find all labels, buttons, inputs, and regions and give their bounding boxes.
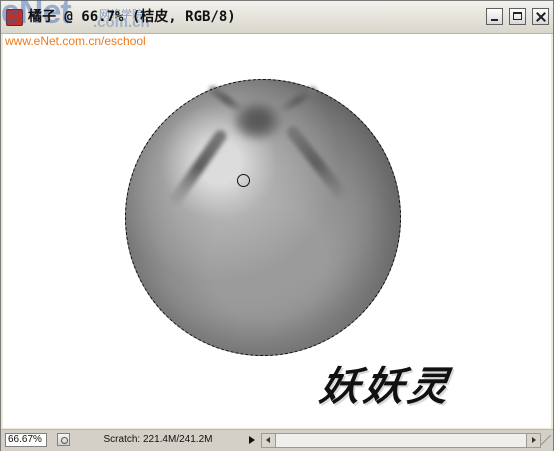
- zoom-level-field[interactable]: 66.67%: [5, 433, 47, 447]
- document-canvas[interactable]: 妖妖灵: [3, 34, 551, 428]
- close-button[interactable]: [532, 8, 549, 25]
- status-menu-arrow-icon[interactable]: [249, 436, 255, 444]
- navigator-icon[interactable]: [57, 433, 70, 446]
- scratch-info: Scratch: 221.4M/241.2M: [103, 434, 213, 445]
- resize-grip-icon[interactable]: [541, 435, 551, 445]
- status-bar: 66.67% Scratch: 221.4M/241.2M: [1, 429, 553, 451]
- title-bar[interactable]: eNet 网络学院 .com.cn 橘子 @ 66.7% (桔皮, RGB/8): [1, 0, 553, 34]
- selection-marquee[interactable]: [125, 79, 401, 356]
- signature-text: 妖妖灵: [316, 363, 456, 410]
- enet-url-watermark: www.eNet.com.cn/eschool: [5, 34, 146, 48]
- brush-circle-cursor: [237, 174, 250, 187]
- maximize-button[interactable]: [509, 8, 526, 25]
- minimize-button[interactable]: [486, 8, 503, 25]
- window-title: 橘子 @ 66.7% (桔皮, RGB/8): [28, 9, 236, 25]
- photoshop-document-window: eNet 网络学院 .com.cn 橘子 @ 66.7% (桔皮, RGB/8)…: [0, 0, 554, 451]
- horizontal-scrollbar[interactable]: [261, 433, 541, 448]
- scroll-left-icon[interactable]: [262, 434, 276, 447]
- scroll-right-icon[interactable]: [526, 434, 540, 447]
